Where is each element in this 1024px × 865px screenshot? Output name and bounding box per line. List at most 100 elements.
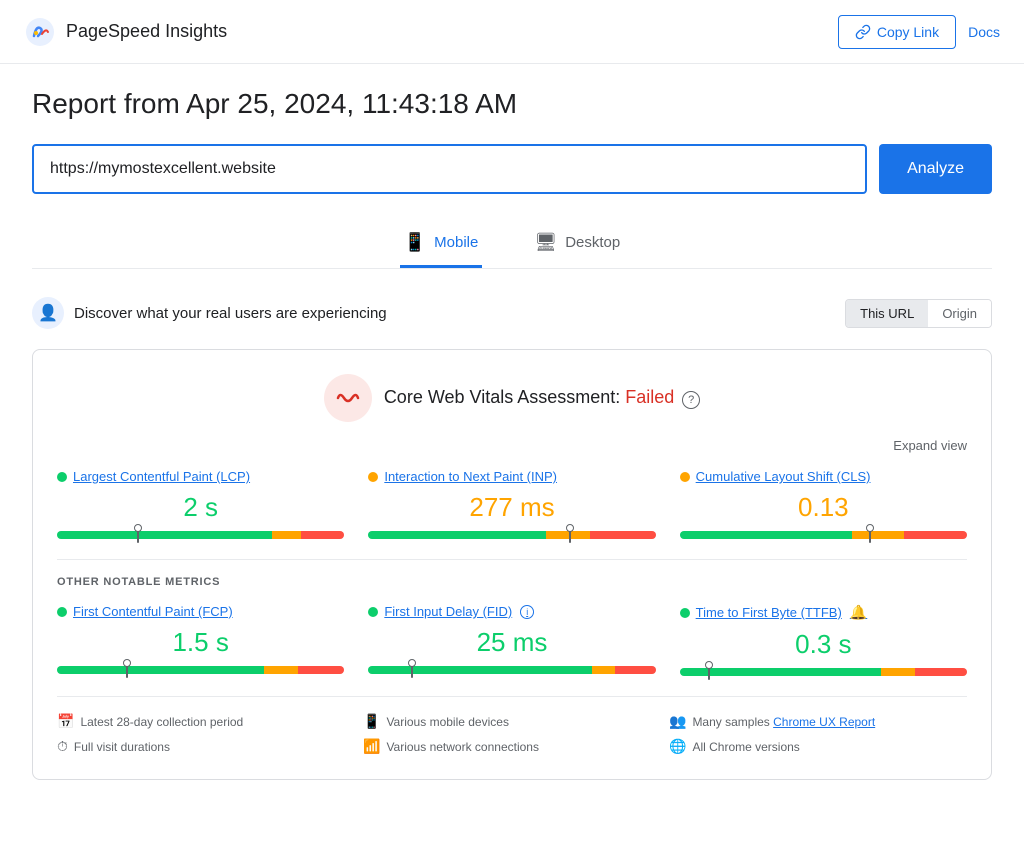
metric-ttfb-label[interactable]: Time to First Byte (TTFB) 🔔 [680, 604, 967, 621]
toggle-origin[interactable]: Origin [928, 300, 991, 327]
fcp-bar [57, 666, 344, 674]
discover-text: Discover what your real users are experi… [74, 305, 387, 322]
inp-value: 277 ms [368, 492, 655, 523]
desktop-tab-icon: 🖥 [534, 232, 557, 253]
cls-bar [680, 531, 967, 539]
ttfb-value: 0.3 s [680, 629, 967, 660]
cwv-status: Failed [625, 387, 674, 407]
people-icon: 👥 [669, 713, 686, 730]
cls-value: 0.13 [680, 492, 967, 523]
footer-info: 📅 Latest 28-day collection period 📱 Vari… [57, 696, 967, 755]
footer-samples: 👥 Many samples Chrome UX Report [669, 713, 967, 730]
footer-collection-period: 📅 Latest 28-day collection period [57, 713, 355, 730]
cwv-title-prefix: Core Web Vitals Assessment: [384, 387, 625, 407]
url-input-row: Analyze [32, 144, 992, 194]
expand-view-link[interactable]: Expand view [57, 438, 967, 453]
cls-bar-green [680, 531, 852, 539]
main-card: Core Web Vitals Assessment: Failed ? Exp… [32, 349, 992, 780]
section-divider [57, 559, 967, 560]
footer-samples-text: Many samples Chrome UX Report [692, 715, 875, 729]
chrome-ux-report-link[interactable]: Chrome UX Report [773, 715, 875, 729]
fid-info-icon[interactable]: i [520, 605, 534, 619]
header: PageSpeed Insights Copy Link Docs [0, 0, 1024, 64]
lcp-bar-green [57, 531, 272, 539]
metric-cls-label[interactable]: Cumulative Layout Shift (CLS) [680, 469, 967, 484]
metric-lcp: Largest Contentful Paint (LCP) 2 s [57, 469, 344, 539]
tab-desktop-label: Desktop [565, 234, 620, 251]
fcp-bar-orange [264, 666, 298, 674]
calendar-icon: 📅 [57, 713, 74, 730]
url-origin-toggle: This URL Origin [845, 299, 992, 328]
cls-dot [680, 472, 690, 482]
tab-mobile[interactable]: 📱 Mobile [400, 222, 483, 268]
fid-bar-orange [592, 666, 615, 674]
fcp-value: 1.5 s [57, 627, 344, 658]
lcp-bar-orange [272, 531, 301, 539]
docs-link[interactable]: Docs [968, 24, 1000, 40]
lcp-bar [57, 531, 344, 539]
link-icon [855, 24, 871, 40]
inp-bar-orange [546, 531, 589, 539]
ttfb-bar-orange [881, 668, 915, 676]
inp-dot [368, 472, 378, 482]
main-content: Report from Apr 25, 2024, 11:43:18 AM An… [0, 64, 1024, 820]
ttfb-bar [680, 668, 967, 676]
discover-left: 👤 Discover what your real users are expe… [32, 297, 387, 329]
tabs-row: 📱 Mobile 🖥 Desktop [32, 222, 992, 269]
clock-icon: ⏱ [57, 738, 68, 755]
phone-icon: 📱 [363, 713, 380, 730]
tab-mobile-label: Mobile [434, 234, 478, 251]
fid-bar-green [368, 666, 592, 674]
app-title: PageSpeed Insights [66, 21, 227, 42]
footer-collection-text: Latest 28-day collection period [80, 715, 243, 729]
inp-bar-green [368, 531, 546, 539]
metric-cls: Cumulative Layout Shift (CLS) 0.13 [680, 469, 967, 539]
fid-dot [368, 607, 378, 617]
signal-icon: 📶 [363, 738, 380, 755]
toggle-this-url[interactable]: This URL [846, 300, 928, 327]
metric-fcp: First Contentful Paint (FCP) 1.5 s [57, 604, 344, 676]
footer-chrome-versions: 🌐 All Chrome versions [669, 738, 967, 755]
fcp-dot [57, 607, 67, 617]
ttfb-flag-icon: 🔔 [850, 604, 867, 621]
fid-bar [368, 666, 655, 674]
discover-icon: 👤 [32, 297, 64, 329]
footer-visit-durations: ⏱ Full visit durations [57, 738, 355, 755]
cwv-info-icon[interactable]: ? [682, 391, 700, 409]
cls-bar-orange [852, 531, 904, 539]
fcp-bar-marker [126, 662, 128, 678]
metric-fid: First Input Delay (FID) i 25 ms [368, 604, 655, 676]
cwv-header: Core Web Vitals Assessment: Failed ? [57, 374, 967, 422]
footer-mobile-text: Various mobile devices [386, 715, 509, 729]
footer-chrome-text: All Chrome versions [692, 740, 799, 754]
metric-fid-label[interactable]: First Input Delay (FID) i [368, 604, 655, 619]
tab-desktop[interactable]: 🖥 Desktop [530, 222, 624, 268]
footer-network-text: Various network connections [386, 740, 539, 754]
fid-bar-red [615, 666, 655, 674]
cls-bar-red [904, 531, 967, 539]
footer-network: 📶 Various network connections [363, 738, 661, 755]
other-metrics-label: OTHER NOTABLE METRICS [57, 576, 967, 588]
fcp-bar-red [298, 666, 344, 674]
other-metrics-grid: First Contentful Paint (FCP) 1.5 s First [57, 604, 967, 676]
footer-visit-text: Full visit durations [74, 740, 170, 754]
metric-lcp-label[interactable]: Largest Contentful Paint (LCP) [57, 469, 344, 484]
fcp-bar-green [57, 666, 264, 674]
copy-link-button[interactable]: Copy Link [838, 15, 956, 49]
header-left: PageSpeed Insights [24, 16, 227, 48]
globe-icon: 🌐 [669, 738, 686, 755]
core-metrics-grid: Largest Contentful Paint (LCP) 2 s Inter… [57, 469, 967, 539]
footer-mobile-devices: 📱 Various mobile devices [363, 713, 661, 730]
url-input[interactable] [32, 144, 867, 194]
lcp-dot [57, 472, 67, 482]
mobile-tab-icon: 📱 [404, 232, 426, 253]
cwv-status-icon [334, 384, 362, 412]
lcp-bar-red [301, 531, 344, 539]
fid-value: 25 ms [368, 627, 655, 658]
report-date: Report from Apr 25, 2024, 11:43:18 AM [32, 88, 992, 120]
metric-inp-label[interactable]: Interaction to Next Paint (INP) [368, 469, 655, 484]
header-right: Copy Link Docs [838, 15, 1000, 49]
metric-fcp-label[interactable]: First Contentful Paint (FCP) [57, 604, 344, 619]
metric-inp: Interaction to Next Paint (INP) 277 ms [368, 469, 655, 539]
analyze-button[interactable]: Analyze [879, 144, 992, 194]
